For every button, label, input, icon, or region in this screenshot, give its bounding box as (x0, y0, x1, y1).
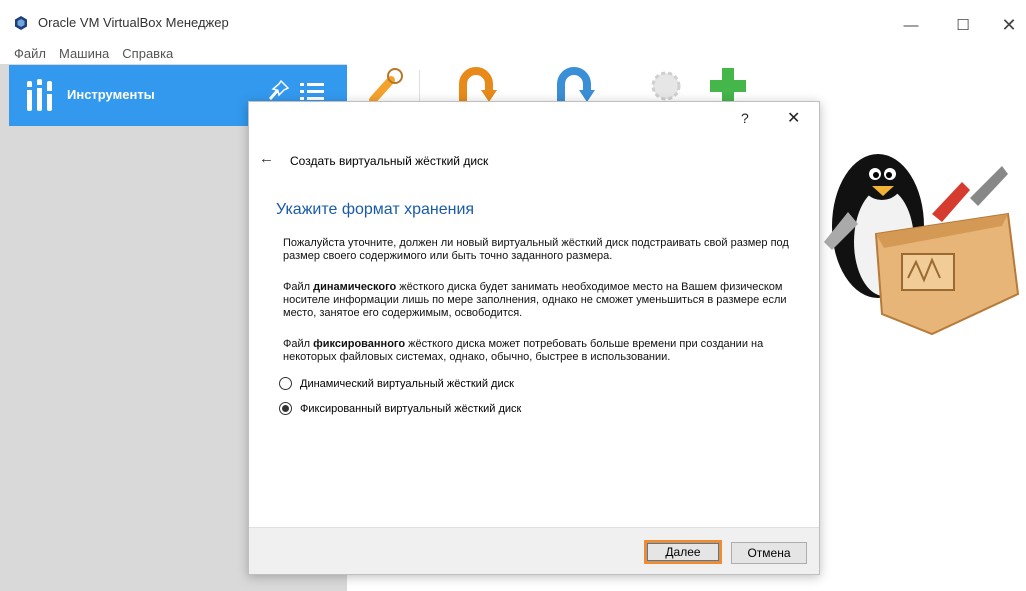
menu-bar: Файл Машина Справка (0, 44, 1026, 64)
dialog-close-button[interactable]: ✕ (787, 108, 800, 128)
help-button[interactable]: ? (741, 110, 749, 126)
virtualbox-icon (15, 16, 27, 30)
dynamic-prefix: Файл (283, 281, 314, 293)
wizard-title: Создать виртуальный жёсткий диск (290, 154, 489, 168)
create-virtual-disk-dialog: ? ✕ ← Создать виртуальный жёсткий диск У… (248, 101, 820, 575)
cancel-button[interactable]: Отмена (731, 542, 807, 564)
tools-label: Инструменты (67, 87, 155, 102)
menu-file[interactable]: Файл (14, 44, 46, 64)
page-heading: Укажите формат хранения (276, 201, 475, 218)
dialog-footer: Далее Отмена (249, 527, 819, 574)
radio-dynamic-label[interactable]: Динамический виртуальный жёсткий диск (300, 378, 514, 390)
penguin-toolbox-illustration (824, 154, 1020, 336)
list-menu-icon[interactable] (299, 81, 325, 103)
back-arrow-icon[interactable]: ← (259, 150, 274, 167)
window-title: Oracle VM VirtualBox Менеджер (38, 15, 229, 30)
dynamic-bold: динамического (313, 281, 397, 293)
fixed-description: Файл фиксированного жёсткого диска может… (283, 338, 803, 364)
pin-icon[interactable] (268, 79, 290, 103)
title-bar: Oracle VM VirtualBox Менеджер — ☐ ✕ (0, 0, 1026, 44)
intro-paragraph: Пожалуйста уточните, должен ли новый вир… (283, 237, 789, 262)
radio-fixed-disk[interactable]: Фиксированный виртуальный жёсткий диск (279, 402, 521, 415)
new-settings-gear-icon[interactable] (645, 66, 687, 106)
menu-machine[interactable]: Машина (59, 44, 109, 64)
minimize-button[interactable]: — (888, 10, 934, 40)
export-appliance-icon[interactable] (553, 66, 595, 106)
next-button-label[interactable]: Далее (647, 543, 719, 561)
preferences-wrench-icon[interactable] (365, 66, 407, 106)
dynamic-description: Файл динамического жёсткого диска будет … (283, 281, 803, 320)
radio-dynamic-disk[interactable]: Динамический виртуальный жёсткий диск (279, 377, 514, 390)
menu-help[interactable]: Справка (122, 44, 173, 64)
maximize-button[interactable]: ☐ (940, 10, 986, 40)
radio-fixed-label[interactable]: Фиксированный виртуальный жёсткий диск (300, 403, 521, 415)
next-button[interactable]: Далее (644, 540, 722, 564)
close-window-button[interactable]: ✕ (986, 10, 1026, 40)
radio-fixed-button[interactable] (279, 402, 292, 415)
fixed-bold: фиксированного (313, 338, 406, 350)
fixed-prefix: Файл (283, 338, 314, 350)
radio-dynamic-button[interactable] (279, 377, 292, 390)
import-appliance-icon[interactable] (455, 66, 497, 106)
add-new-icon[interactable] (707, 66, 749, 106)
tools-icon (25, 79, 54, 111)
